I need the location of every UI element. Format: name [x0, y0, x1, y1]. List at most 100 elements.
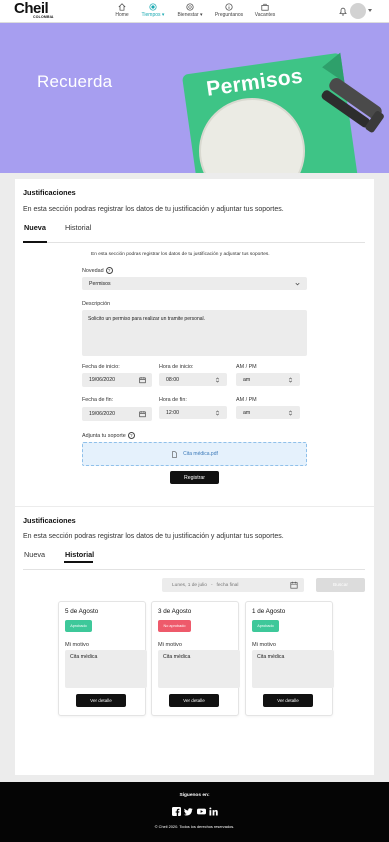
tab-active-indicator [64, 561, 93, 563]
filter-separator: - [210, 582, 213, 588]
tab-active-indicator [23, 241, 47, 243]
justificaciones-history-section: Justificaciones En esta sección podras r… [15, 507, 374, 775]
hero-title: Recuerda [37, 72, 113, 91]
follow-us-label: Síguenos en: [179, 793, 210, 798]
soporte-label: Adjunta tu soporte? [82, 432, 135, 439]
hora-inicio-value: 08:00 [166, 376, 179, 383]
filter-start-date: Lunes, 1 de julio [172, 582, 207, 588]
date-range-filter[interactable]: Lunes, 1 de julio - fecha final [162, 578, 304, 592]
motivo-label: Mi motivo [252, 642, 276, 648]
fecha-inicio-label: Fecha de inicio: [82, 364, 120, 370]
section-description: En esta sección podras registrar los dat… [23, 206, 284, 213]
justificaciones-new-section: Justificaciones En esta sección podras r… [15, 179, 374, 506]
stepper-icon[interactable] [214, 409, 221, 416]
tab-historial[interactable]: Historial [65, 550, 94, 559]
ver-detalle-button[interactable]: Ver detalle [263, 694, 313, 707]
soporte-label-text: Adjunta tu soporte [82, 432, 126, 439]
card-date: 5 de Agosto [65, 608, 99, 615]
status-badge: Aprobado [65, 620, 92, 632]
ampm-fin-select[interactable]: am [236, 406, 300, 419]
home-icon [118, 3, 126, 11]
hero-banner: Recuerda Permisos [0, 23, 389, 173]
calendar-icon[interactable] [139, 411, 146, 418]
avatar[interactable] [350, 3, 366, 19]
justification-card: 5 de Agosto Aprobado Mi motivo Cita médi… [58, 601, 147, 716]
ampm-fin-value: am [243, 409, 251, 416]
ver-detalle-button[interactable]: Ver detalle [76, 694, 126, 707]
ver-detalle-button[interactable]: Ver detalle [169, 694, 219, 707]
tab-divider [23, 242, 365, 243]
hora-fin-input[interactable]: 12:00 [159, 406, 227, 419]
nav-item-vacantes[interactable]: Vacantes [245, 3, 285, 18]
fecha-inicio-value: 19/06/2020 [89, 377, 115, 383]
youtube-icon[interactable] [196, 803, 206, 815]
briefcase-icon [261, 3, 269, 11]
justification-card: 3 de Agosto No aprobado Mi motivo Cita m… [151, 601, 240, 716]
chevron-down-icon [295, 282, 300, 285]
tab-nueva[interactable]: Nueva [24, 550, 45, 559]
motivo-label: Mi motivo [158, 642, 182, 648]
novedad-label: Novedad? [82, 267, 113, 274]
nav-item-bienestar[interactable]: Bienestar ▾ [170, 3, 210, 18]
uploaded-file-name: Cita médica.pdf [183, 451, 218, 457]
form-intro: En esta sección podras registrar los dat… [91, 252, 270, 257]
section-title: Justificaciones [23, 188, 76, 197]
nav-item-preguntanos[interactable]: Preguntanos [209, 3, 249, 18]
status-badge: Aprobado [252, 620, 279, 632]
copyright: © Cheil 2020. Todos los derechos reserva… [154, 824, 235, 829]
card-date: 1 de Agosto [252, 608, 286, 615]
hora-inicio-input[interactable]: 08:00 [159, 373, 227, 386]
help-icon[interactable]: ? [105, 267, 113, 274]
fecha-fin-label: Fecha de fin: [82, 397, 114, 403]
top-navbar: Cheil COLOMBIA Home Tiempos ▾ Bienestar … [0, 0, 389, 23]
calendar-icon[interactable] [139, 377, 146, 384]
tab-historial[interactable]: Historial [65, 223, 91, 232]
footer: Síguenos en: © Cheil 2020. Todos los der… [0, 782, 389, 842]
ampm-inicio-value: am [243, 376, 251, 383]
fecha-inicio-input[interactable]: 19/06/2020 [82, 373, 152, 387]
motivo-value: Cita médica [158, 650, 240, 688]
wellness-icon [186, 3, 194, 11]
descripcion-label: Descripción [82, 301, 111, 307]
stepper-icon[interactable] [214, 376, 221, 383]
twitter-icon[interactable] [184, 803, 193, 816]
ampm-fin-label: AM / PM [236, 397, 257, 403]
ampm-inicio-label: AM / PM [236, 364, 257, 370]
status-badge: No aprobado [158, 620, 191, 632]
file-icon [172, 450, 178, 458]
fecha-fin-input[interactable]: 19/06/2020 [82, 407, 152, 421]
brand-country: COLOMBIA [33, 15, 54, 19]
clock-icon [149, 3, 157, 11]
facebook-icon[interactable] [172, 803, 181, 816]
motivo-value: Cita médica [252, 650, 334, 688]
brand-name: Cheil [14, 0, 49, 17]
help-icon[interactable]: ? [127, 432, 135, 439]
bell-icon[interactable] [338, 6, 348, 16]
tab-nueva[interactable]: Nueva [24, 223, 46, 232]
linkedin-icon[interactable] [209, 803, 218, 816]
hora-inicio-label: Hora de inicio: [159, 364, 194, 370]
stepper-icon[interactable] [287, 409, 294, 416]
stepper-icon[interactable] [287, 376, 294, 383]
nav-label-bienestar: Bienestar ▾ [177, 12, 203, 18]
permisos-illustration [182, 52, 384, 173]
brand-logo[interactable]: Cheil COLOMBIA [14, 0, 53, 19]
file-upload-zone[interactable]: Cita médica.pdf [82, 442, 307, 466]
tab-divider [23, 569, 365, 570]
chevron-down-icon[interactable] [368, 9, 372, 12]
hora-fin-value: 12:00 [166, 409, 179, 416]
registrar-button[interactable]: Registrar [170, 471, 219, 484]
buscar-button[interactable]: Buscar [316, 578, 365, 592]
nav-item-tiempos[interactable]: Tiempos ▾ [133, 3, 173, 18]
nav-label-preguntanos: Preguntanos [214, 12, 244, 18]
calendar-icon[interactable] [290, 581, 298, 589]
descripcion-textarea[interactable]: Solicito un permiso para realizar un tra… [82, 310, 307, 356]
ampm-inicio-select[interactable]: am [236, 373, 300, 386]
hora-fin-label: Hora de fin: [159, 397, 187, 403]
novedad-select[interactable]: Permisos [82, 277, 307, 290]
fecha-fin-value: 19/06/2020 [89, 411, 115, 417]
info-icon [225, 3, 233, 11]
card-date: 3 de Agosto [158, 608, 192, 615]
section-description: En esta sección podras registrar los dat… [23, 533, 284, 540]
nav-label-tiempos: Tiempos ▾ [141, 12, 165, 18]
